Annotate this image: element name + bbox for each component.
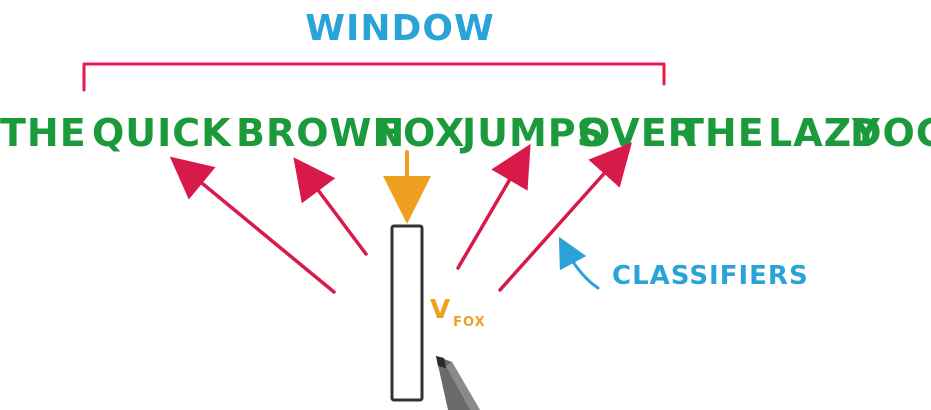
window-bracket [82, 62, 666, 92]
arrow-to-jumps [456, 143, 531, 270]
arrow-to-over [498, 142, 632, 292]
classifiers-pointer-arrow [558, 236, 600, 290]
arrow-to-brown [293, 157, 368, 256]
diagram-canvas: WINDOW THE QUICK BROWN FOX JUMPS OVER TH… [0, 0, 931, 410]
word-the-1: THE [0, 111, 87, 155]
embedding-vector-box [390, 224, 424, 402]
classifiers-label: CLASSIFIERS [612, 261, 809, 291]
word-quick: QUICK [92, 111, 232, 155]
word-dog: DOG [850, 111, 931, 155]
word-the-2: THE [678, 111, 765, 155]
vector-label: V FOX [430, 295, 486, 330]
sentence: THE QUICK BROWN FOX JUMPS OVER THE LAZY … [0, 111, 931, 155]
word2vec-window-diagram: WINDOW THE QUICK BROWN FOX JUMPS OVER TH… [0, 8, 931, 410]
word-fox: FOX [376, 111, 465, 155]
window-label: WINDOW [305, 8, 494, 49]
arrow-to-quick [169, 156, 336, 294]
pen-icon [436, 356, 480, 410]
